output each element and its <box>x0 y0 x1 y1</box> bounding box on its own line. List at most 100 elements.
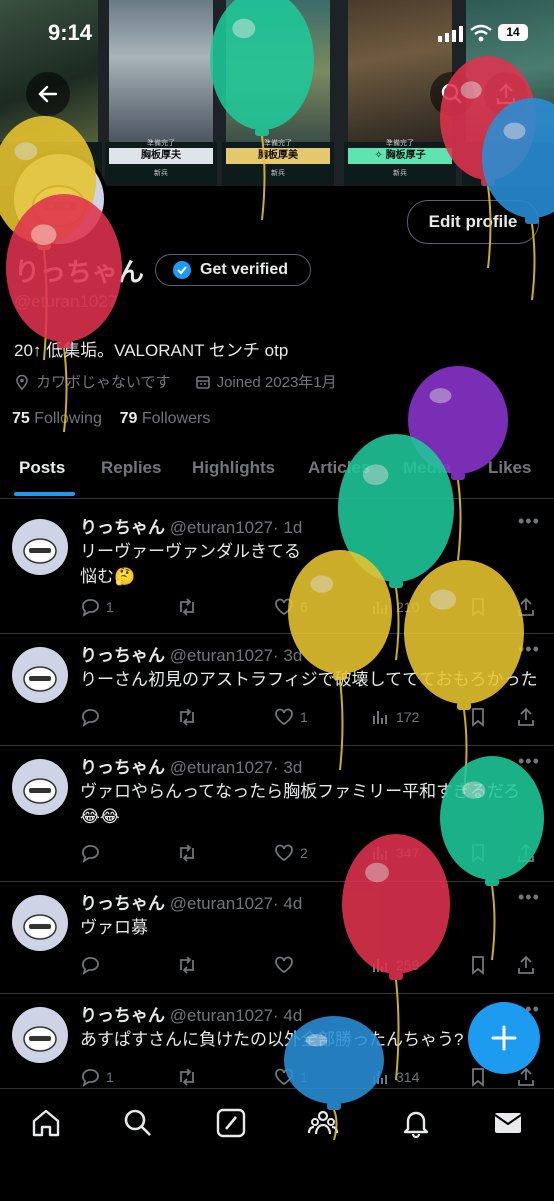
views-icon <box>373 1071 387 1084</box>
edit-profile-button[interactable]: Edit profile <box>407 200 539 244</box>
tab-media[interactable]: Media <box>403 458 451 478</box>
reply-button[interactable] <box>80 843 106 863</box>
share-post-button[interactable] <box>516 707 536 727</box>
search-button[interactable] <box>430 72 474 116</box>
post-actions: 2 347 <box>80 843 540 867</box>
share-icon <box>518 955 534 974</box>
post-more-icon[interactable]: ••• <box>518 751 540 772</box>
views-button[interactable]: 259 <box>370 955 419 975</box>
home-icon[interactable] <box>30 1107 62 1139</box>
reply-button[interactable]: 1 <box>80 597 114 617</box>
profile-avatar[interactable] <box>10 150 108 248</box>
tab-likes[interactable]: Likes <box>488 458 531 478</box>
bookmark-button[interactable] <box>468 597 488 617</box>
bookmark-button[interactable] <box>468 707 488 727</box>
like-button[interactable] <box>274 955 300 975</box>
tab-posts[interactable]: Posts <box>19 458 65 478</box>
views-button[interactable]: 347 <box>370 843 419 863</box>
share-post-button[interactable] <box>516 955 536 975</box>
views-icon <box>373 847 387 860</box>
views-count: 210 <box>396 599 420 615</box>
bookmark-icon <box>472 844 484 863</box>
grok-icon[interactable] <box>215 1107 247 1139</box>
share-post-button[interactable] <box>516 843 536 863</box>
post-handle: @eturan1027 <box>169 1006 274 1025</box>
tab-replies[interactable]: Replies <box>101 458 161 478</box>
bell-icon[interactable] <box>400 1107 432 1139</box>
banner-card-name: ✧ 胸板厚子 <box>348 148 452 164</box>
post-item[interactable]: りっちゃん @eturan1027· 3d ••• ヴァロやらんってなったら胸板… <box>0 745 554 882</box>
post-more-icon[interactable]: ••• <box>518 639 540 660</box>
post-more-icon[interactable]: ••• <box>518 887 540 908</box>
post-time: · 3d <box>273 758 303 777</box>
reply-button[interactable] <box>80 707 106 727</box>
repost-button[interactable] <box>176 707 204 727</box>
followers-link[interactable]: 79 Followers <box>120 410 211 427</box>
post-author[interactable]: りっちゃん @eturan1027· 4d <box>80 889 302 914</box>
views-button[interactable]: 210 <box>370 597 419 617</box>
repost-button[interactable] <box>176 597 204 617</box>
search-nav-icon[interactable] <box>122 1107 154 1139</box>
profile-location: カワボじゃないです <box>36 374 171 391</box>
post-author[interactable]: りっちゃん @eturan1027· 3d <box>80 641 302 666</box>
banner-card-name: 胸板厚夫 <box>109 148 213 164</box>
tab-highlights[interactable]: Highlights <box>192 458 275 478</box>
repost-button[interactable] <box>176 955 204 975</box>
avatar-illustration <box>23 538 57 564</box>
post-avatar[interactable] <box>12 647 68 703</box>
like-button[interactable]: 1 <box>274 1067 308 1087</box>
post-author-name: りっちゃん <box>80 1006 165 1025</box>
post-avatar[interactable] <box>12 895 68 951</box>
like-button[interactable]: 2 <box>274 843 308 863</box>
post-more-icon[interactable]: ••• <box>518 511 540 532</box>
following-link[interactable]: 75 Following <box>12 410 102 427</box>
reply-icon <box>82 845 99 863</box>
repost-button[interactable] <box>176 843 204 863</box>
tab-articles[interactable]: Articles <box>308 458 370 478</box>
following-label: Following <box>34 410 102 427</box>
views-button[interactable]: 172 <box>370 707 419 727</box>
mail-icon[interactable] <box>492 1107 524 1139</box>
views-count: 314 <box>396 1069 420 1085</box>
battery-icon: 14 <box>498 24 528 41</box>
compose-button[interactable] <box>468 1002 540 1074</box>
post-author[interactable]: りっちゃん @eturan1027· 1d <box>80 513 302 538</box>
reply-icon <box>82 957 99 975</box>
share-icon <box>518 707 534 726</box>
views-button[interactable]: 314 <box>370 1067 419 1087</box>
post-author[interactable]: りっちゃん @eturan1027· 3d <box>80 753 302 778</box>
reply-button[interactable] <box>80 955 106 975</box>
banner-card-rank: 新兵 <box>271 170 285 177</box>
share-post-button[interactable] <box>516 597 536 617</box>
share-button[interactable] <box>484 72 528 116</box>
avatar-illustration <box>23 778 57 804</box>
reply-count: 1 <box>106 599 114 615</box>
bookmark-button[interactable] <box>468 1067 488 1087</box>
location-icon <box>16 374 28 390</box>
reply-button[interactable]: 1 <box>80 1067 114 1087</box>
post-author-name: りっちゃん <box>80 894 165 913</box>
post-actions: 259 <box>80 955 540 979</box>
post-avatar[interactable] <box>12 759 68 815</box>
bookmark-button[interactable] <box>468 955 488 975</box>
bookmark-button[interactable] <box>468 843 488 863</box>
like-button[interactable]: 1 <box>274 707 308 727</box>
post-actions: 1 6 210 <box>80 597 540 621</box>
banner-card-name: 胸板厚美 <box>226 148 330 164</box>
repost-icon <box>180 956 194 974</box>
post-item[interactable]: りっちゃん @eturan1027· 4d ••• ヴァロ募 259 <box>0 881 554 994</box>
post-handle: @eturan1027 <box>169 758 274 777</box>
get-verified-button[interactable]: Get verified <box>155 254 311 286</box>
post-author[interactable]: りっちゃん @eturan1027· 4d <box>80 1001 302 1026</box>
post-avatar[interactable] <box>12 1007 68 1063</box>
post-avatar[interactable] <box>12 519 68 575</box>
like-button[interactable]: 6 <box>274 597 308 617</box>
repost-button[interactable] <box>176 1067 204 1087</box>
bookmark-icon <box>472 708 484 727</box>
post-item[interactable]: りっちゃん @eturan1027· 1d ••• リーヴァーヴァンダルきてる … <box>0 505 554 634</box>
post-item[interactable]: りっちゃん @eturan1027· 3d ••• りーさん初見のアストラフィジ… <box>0 633 554 746</box>
like-icon <box>275 598 293 616</box>
back-button[interactable] <box>26 72 70 116</box>
views-count: 172 <box>396 709 420 725</box>
communities-icon[interactable] <box>307 1107 339 1139</box>
